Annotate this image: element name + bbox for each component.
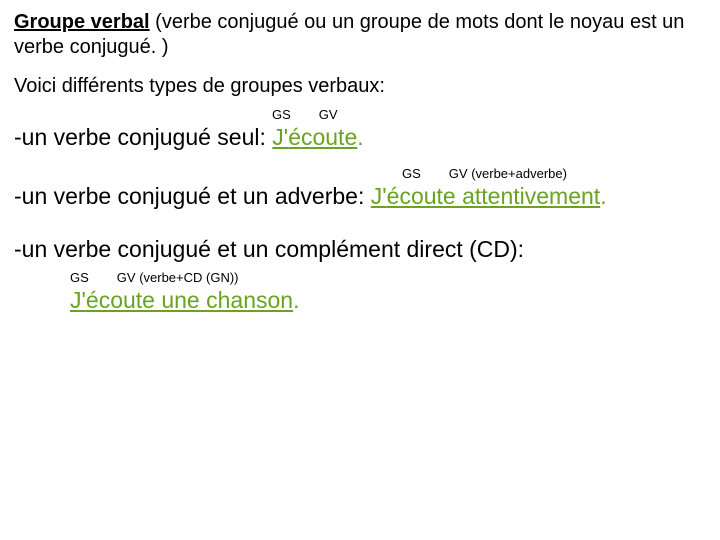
ex2-gs: J' [371, 183, 387, 209]
ex2-annotations: GS GV (verbe+adverbe) [14, 166, 706, 182]
intro-line: Voici différents types de groupes verbau… [14, 74, 706, 99]
ex3-line: J'écoute une chanson. [70, 286, 706, 315]
ex3-annot-gv: GV (verbe+CD (GN)) [117, 270, 239, 286]
definition-part1: (verbe conjugué ou un groupe de mots don… [150, 11, 685, 33]
ex3-block: -un verbe conjugué et un complément dire… [14, 235, 706, 315]
ex1-line: -un verbe conjugué seul: J'écoute. [14, 123, 706, 152]
definition-part2: verbe conjugué. ) [14, 36, 169, 58]
ex2-annot-gv: GV (verbe+adverbe) [449, 166, 567, 182]
ex3-annotations: GS GV (verbe+CD (GN)) [70, 270, 706, 286]
ex3-gv: écoute une chanson [86, 287, 293, 313]
ex2-gv: écoute attentivement [387, 183, 601, 209]
ex1-end: . [357, 124, 363, 150]
ex3-end: . [293, 287, 299, 313]
term: Groupe verbal [14, 11, 150, 33]
ex2-annot-gs: GS [402, 166, 421, 182]
ex3-lead: -un verbe conjugué et un complément dire… [14, 235, 706, 264]
ex3-gs: J' [70, 287, 86, 313]
title-block: Groupe verbal (verbe conjugué ou un grou… [14, 10, 706, 60]
ex2-lead: -un verbe conjugué et un adverbe: [14, 183, 371, 209]
document-page: Groupe verbal (verbe conjugué ou un grou… [0, 0, 720, 540]
ex3-annot-gs: GS [70, 270, 89, 286]
ex1-lead: -un verbe conjugué seul: [14, 124, 272, 150]
ex1-annot-gs: GS [272, 107, 291, 123]
ex1-annot-gv: GV [319, 107, 338, 123]
ex1-gs: J' [272, 124, 288, 150]
ex1-annotations: GS GV [14, 107, 706, 123]
ex2-line: -un verbe conjugué et un adverbe: J'écou… [14, 182, 706, 211]
ex2-end: . [600, 183, 606, 209]
ex1-gv: écoute [288, 124, 357, 150]
